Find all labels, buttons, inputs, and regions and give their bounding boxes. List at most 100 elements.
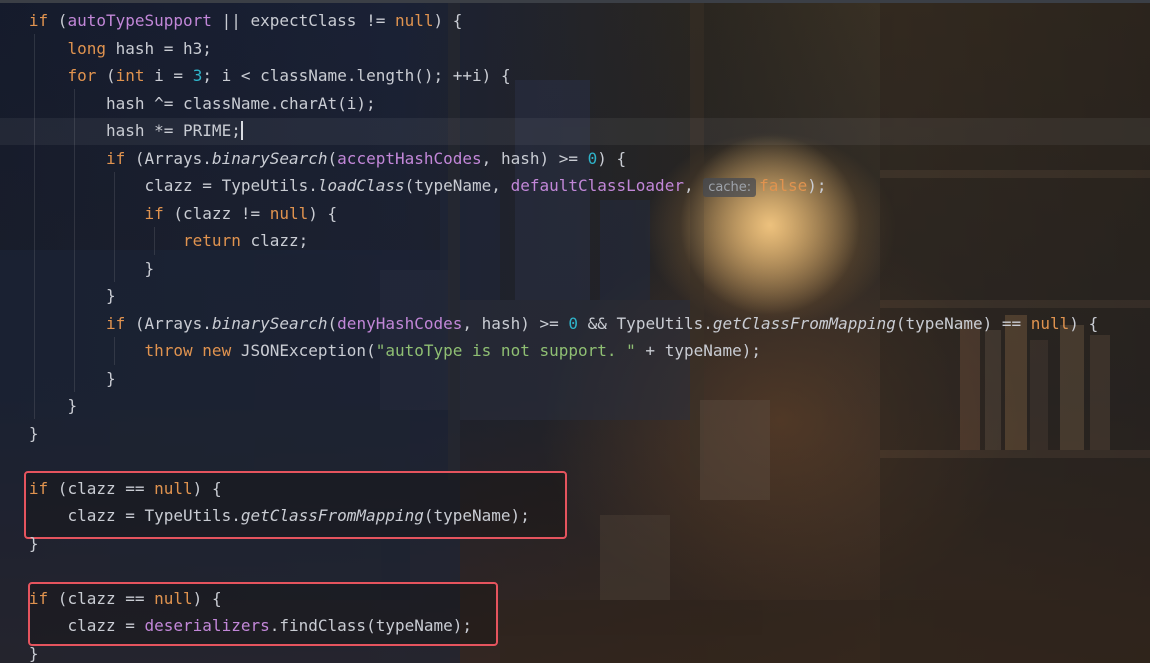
code-token: } (28, 368, 116, 388)
code-token: + typeName); (635, 341, 762, 360)
code-token: } (28, 258, 155, 278)
code-token: (typeName); (423, 506, 530, 525)
code-line[interactable]: } (0, 420, 1150, 448)
code-token: , (683, 176, 704, 195)
code-line[interactable]: clazz = deserializers.findClass(typeName… (0, 612, 1150, 640)
code-token: long (67, 38, 106, 58)
code-line[interactable]: } (0, 282, 1150, 310)
code-token: if (144, 203, 164, 223)
code-token: throw new (144, 341, 232, 360)
code-token: if (105, 148, 126, 168)
code-line[interactable]: if (Arrays.binarySearch(acceptHashCodes,… (0, 145, 1150, 173)
code-line[interactable]: return clazz; (0, 227, 1150, 255)
code-line[interactable]: } (0, 640, 1150, 663)
code-token: ; i < className.length(); ++i) { (202, 66, 511, 85)
code-token: if (105, 313, 126, 333)
code-line[interactable]: if (clazz == null) { (0, 585, 1150, 613)
code-token: hash ^= className.charAt(i); (28, 93, 376, 113)
code-token: null (394, 11, 434, 30)
code-token: for (67, 66, 97, 85)
code-line[interactable]: clazz = TypeUtils.loadClass(typeName, de… (0, 172, 1150, 200)
code-token: (clazz == (48, 478, 155, 498)
parameter-name-hint: cache: (703, 178, 757, 197)
code-token: ( (327, 313, 338, 333)
code-token: ( (48, 11, 68, 30)
code-line[interactable]: long hash = h3; (0, 35, 1150, 63)
code-token: , hash) >= (481, 148, 588, 168)
code-token: denyHashCodes (337, 313, 463, 333)
code-line[interactable]: } (0, 530, 1150, 558)
code-token: 3 (192, 66, 203, 85)
code-token: null (154, 478, 193, 498)
code-token: } (28, 286, 116, 305)
code-token: hash = h3; (105, 38, 212, 58)
code-token: if (28, 588, 49, 608)
code-token: null (1030, 313, 1070, 333)
code-line[interactable]: if (clazz == null) { (0, 475, 1150, 503)
code-token: deserializers (144, 616, 270, 635)
code-token: || expectClass != (211, 11, 395, 30)
code-line[interactable] (0, 447, 1150, 475)
code-token: } (28, 533, 39, 553)
code-token: ) { (192, 478, 222, 498)
code-token: binarySearch (211, 313, 328, 333)
code-line[interactable]: if (Arrays.binarySearch(denyHashCodes, h… (0, 310, 1150, 338)
code-token: && TypeUtils. (578, 313, 713, 333)
code-line[interactable]: hash ^= className.charAt(i); (0, 90, 1150, 118)
code-line[interactable]: for (int i = 3; i < className.length(); … (0, 62, 1150, 90)
code-token: clazz = TypeUtils. (28, 176, 318, 195)
code-token: binarySearch (211, 148, 328, 168)
code-token: "autoType is not support. " (375, 341, 636, 360)
code-token: null (269, 203, 309, 223)
code-token: ) { (1069, 313, 1099, 333)
code-line[interactable]: } (0, 392, 1150, 420)
code-token: false (759, 176, 808, 195)
code-line[interactable]: if (clazz != null) { (0, 200, 1150, 228)
code-line[interactable]: clazz = TypeUtils.getClassFromMapping(ty… (0, 502, 1150, 530)
code-token: } (28, 396, 78, 415)
code-line[interactable]: } (0, 255, 1150, 283)
text-caret (240, 120, 243, 140)
code-token: autoTypeSupport (67, 11, 212, 30)
code-editor[interactable]: if (autoTypeSupport || expectClass != nu… (0, 0, 1150, 663)
code-line[interactable]: throw new JSONException("autoType is not… (0, 337, 1150, 365)
code-line[interactable]: } (0, 365, 1150, 393)
code-token: ( (327, 148, 338, 168)
code-token: getClassFromMapping (240, 506, 424, 525)
code-token: } (28, 423, 39, 443)
code-lines[interactable]: if (autoTypeSupport || expectClass != nu… (0, 7, 1150, 663)
code-line[interactable]: hash *= PRIME; (0, 117, 1150, 145)
code-token: 0 (587, 148, 598, 168)
code-token: (clazz != (163, 203, 270, 223)
code-token: if (28, 478, 49, 498)
code-token: ) { (597, 148, 627, 168)
code-line[interactable] (0, 557, 1150, 585)
code-line[interactable]: if (autoTypeSupport || expectClass != nu… (0, 7, 1150, 35)
code-token: ); (807, 176, 827, 195)
code-token: (Arrays. (125, 148, 212, 168)
code-token: } (28, 643, 39, 663)
